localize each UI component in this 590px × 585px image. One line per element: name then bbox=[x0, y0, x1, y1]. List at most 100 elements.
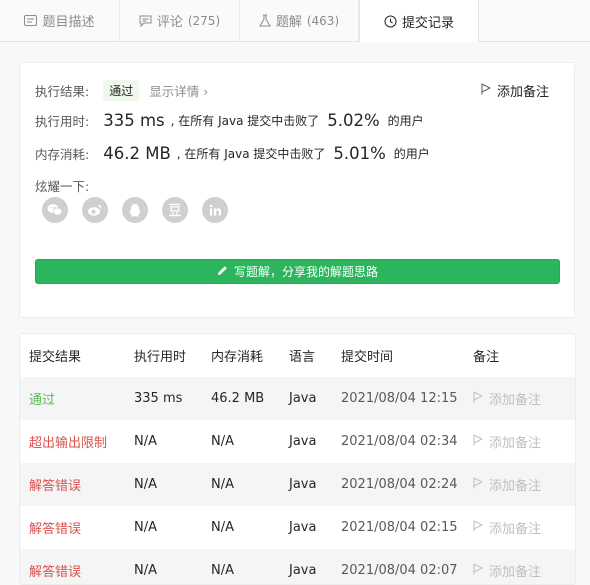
tab-bar: 题目描述 评论 (275) 题解 (463) 提交记录 bbox=[0, 0, 590, 42]
linkedin-icon[interactable] bbox=[202, 197, 228, 223]
header-status: 提交结果 bbox=[29, 350, 82, 365]
memory-row: 内存消耗: 46.2 MB , 在所有 Java 提交中击败了 5.01% 的用… bbox=[35, 144, 430, 163]
runtime-row: 执行用时: 335 ms , 在所有 Java 提交中击败了 5.02% 的用户 bbox=[35, 111, 424, 130]
row-runtime: N/A bbox=[134, 477, 157, 492]
runtime-suffix: 的用户 bbox=[387, 114, 424, 128]
douban-icon[interactable] bbox=[162, 197, 188, 223]
row-add-note-button[interactable]: 添加备注 bbox=[473, 549, 542, 584]
tab-solutions-count: (463) bbox=[306, 13, 340, 28]
flag-icon bbox=[473, 520, 484, 536]
show-details-label: 显示详情 bbox=[149, 84, 200, 99]
runtime-beat-text: , 在所有 Java 提交中击败了 bbox=[170, 114, 320, 128]
row-submit-time: 2021/08/04 02:07 bbox=[341, 563, 458, 578]
row-submit-time: 2021/08/04 02:34 bbox=[341, 434, 458, 449]
row-note-label: 添加备注 bbox=[489, 393, 542, 408]
result-card: 执行结果: 通过 显示详情 › 添加备注 执行用时: 335 ms , 在所有 … bbox=[19, 62, 575, 318]
table-row: 解答错误 N/A N/A Java 2021/08/04 02:15 添加备注 bbox=[20, 506, 575, 549]
pencil-icon bbox=[217, 265, 228, 279]
row-note-label: 添加备注 bbox=[489, 565, 542, 580]
row-language: Java bbox=[289, 520, 317, 535]
row-add-note-button[interactable]: 添加备注 bbox=[473, 463, 541, 506]
tab-comments-count: (275) bbox=[187, 13, 221, 28]
flag-icon bbox=[473, 563, 484, 579]
row-memory: N/A bbox=[211, 520, 234, 535]
row-status-link[interactable]: 解答错误 bbox=[29, 463, 81, 506]
row-language: Java bbox=[289, 477, 317, 492]
row-language: Java bbox=[289, 391, 317, 406]
memory-value: 46.2 MB bbox=[103, 144, 171, 163]
submissions-table: 提交结果 执行用时 内存消耗 语言 提交时间 备注 通过 335 ms 46.2… bbox=[19, 333, 576, 585]
row-runtime: N/A bbox=[134, 434, 157, 449]
row-note-label: 添加备注 bbox=[489, 479, 542, 494]
tab-description[interactable]: 题目描述 bbox=[0, 0, 120, 41]
header-runtime: 执行用时 bbox=[134, 350, 187, 365]
comment-icon bbox=[139, 15, 152, 27]
row-memory: N/A bbox=[211, 477, 234, 492]
header-memory: 内存消耗 bbox=[211, 350, 264, 365]
runtime-label: 执行用时: bbox=[35, 114, 90, 129]
tab-submissions[interactable]: 提交记录 bbox=[359, 0, 479, 42]
weibo-icon[interactable] bbox=[82, 197, 108, 223]
row-submit-time: 2021/08/04 02:24 bbox=[341, 477, 458, 492]
row-runtime: 335 ms bbox=[134, 391, 183, 406]
write-solution-label: 写题解，分享我的解题思路 bbox=[233, 265, 378, 279]
flag-icon bbox=[473, 391, 484, 407]
row-status-link[interactable]: 通过 bbox=[29, 377, 55, 420]
flag-icon bbox=[481, 83, 492, 99]
flag-icon bbox=[473, 434, 484, 450]
add-note-button[interactable]: 添加备注 bbox=[481, 81, 549, 100]
row-language: Java bbox=[289, 434, 317, 449]
runtime-percent: 5.02% bbox=[327, 111, 380, 130]
table-row: 通过 335 ms 46.2 MB Java 2021/08/04 12:15 … bbox=[20, 377, 575, 420]
header-submit-time: 提交时间 bbox=[341, 350, 394, 365]
tab-comments[interactable]: 评论 (275) bbox=[120, 0, 240, 41]
memory-percent: 5.01% bbox=[333, 144, 386, 163]
status-label: 执行结果: bbox=[35, 84, 90, 99]
row-memory: 46.2 MB bbox=[211, 391, 265, 406]
table-row: 解答错误 N/A N/A Java 2021/08/04 02:24 添加备注 bbox=[20, 463, 575, 506]
table-row: 解答错误 N/A N/A Java 2021/08/04 02:07 添加备注 bbox=[20, 549, 575, 584]
table-row: 超出输出限制 N/A N/A Java 2021/08/04 02:34 添加备… bbox=[20, 420, 575, 463]
memory-beat-text: , 在所有 Java 提交中击败了 bbox=[176, 147, 326, 161]
row-note-label: 添加备注 bbox=[489, 522, 542, 537]
memory-suffix: 的用户 bbox=[393, 147, 430, 161]
share-icons bbox=[42, 197, 228, 223]
row-add-note-button[interactable]: 添加备注 bbox=[473, 506, 541, 549]
row-status-link[interactable]: 解答错误 bbox=[29, 506, 81, 549]
wechat-icon[interactable] bbox=[42, 197, 68, 223]
flask-icon bbox=[258, 14, 271, 27]
row-language: Java bbox=[289, 563, 317, 578]
row-note-label: 添加备注 bbox=[489, 436, 542, 451]
row-memory: N/A bbox=[211, 434, 234, 449]
write-solution-button[interactable]: 写题解，分享我的解题思路 bbox=[35, 259, 560, 284]
qq-icon[interactable] bbox=[122, 197, 148, 223]
row-submit-time: 2021/08/04 02:15 bbox=[341, 520, 458, 535]
table-header: 提交结果 执行用时 内存消耗 语言 提交时间 备注 bbox=[20, 334, 575, 377]
tab-solutions-label: 题解 bbox=[275, 15, 302, 30]
row-memory: N/A bbox=[211, 563, 234, 578]
row-add-note-button[interactable]: 添加备注 bbox=[473, 377, 541, 420]
tab-comments-label: 评论 bbox=[156, 15, 183, 30]
tab-description-label: 题目描述 bbox=[42, 15, 95, 30]
row-add-note-button[interactable]: 添加备注 bbox=[473, 420, 541, 463]
memory-label: 内存消耗: bbox=[35, 147, 90, 162]
show-details-link[interactable]: 显示详情 › bbox=[149, 81, 208, 100]
row-runtime: N/A bbox=[134, 563, 157, 578]
add-note-label: 添加备注 bbox=[496, 85, 549, 100]
header-note: 备注 bbox=[473, 350, 500, 365]
row-runtime: N/A bbox=[134, 520, 157, 535]
row-status-link[interactable]: 超出输出限制 bbox=[29, 420, 107, 463]
row-status-link[interactable]: 解答错误 bbox=[29, 549, 81, 584]
runtime-value: 335 ms bbox=[103, 111, 165, 130]
share-label: 炫耀一下: bbox=[35, 179, 90, 194]
description-icon bbox=[24, 15, 38, 26]
status-badge: 通过 bbox=[103, 80, 140, 101]
tab-solutions[interactable]: 题解 (463) bbox=[240, 0, 359, 41]
status-row: 执行结果: 通过 显示详情 › bbox=[35, 80, 208, 101]
clock-icon bbox=[384, 15, 397, 28]
row-submit-time: 2021/08/04 12:15 bbox=[341, 391, 458, 406]
share-row: 炫耀一下: bbox=[35, 176, 89, 195]
flag-icon bbox=[473, 477, 484, 493]
header-language: 语言 bbox=[289, 350, 316, 365]
tab-submissions-label: 提交记录 bbox=[401, 15, 454, 31]
